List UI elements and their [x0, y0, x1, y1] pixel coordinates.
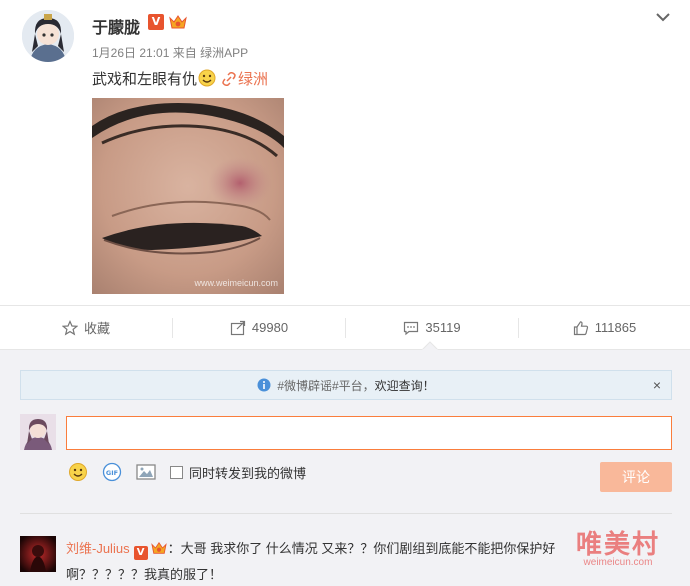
thumb-up-icon: [573, 320, 588, 335]
comment-text-continued: 啊？？？？？我真的服了！: [66, 567, 223, 582]
favorite-label: 收藏: [83, 321, 110, 336]
composer-toolbar: GIF 同时转发到我的微博: [66, 460, 306, 484]
commenter-avatar[interactable]: [20, 536, 56, 572]
info-icon: [257, 378, 271, 392]
author-name[interactable]: 于朦胧: [92, 14, 140, 38]
like-count: 111865: [594, 320, 637, 335]
weibo-post: 于朦胧 V 1月26日 21:01 来自 绿洲APP 武戏和左眼有仇 绿洲 ww…: [0, 0, 690, 305]
watermark-logo: 唯美村: [575, 530, 660, 560]
notice-highlight[interactable]: 欢迎查询！: [375, 377, 435, 394]
svg-text:GIF: GIF: [106, 469, 118, 477]
verified-badge-icon: V: [133, 546, 148, 560]
repost-checkbox-label: 同时转发到我的微博: [189, 465, 307, 481]
image-icon[interactable]: [134, 460, 158, 484]
vip-crown-icon: [168, 14, 188, 30]
share-icon: [230, 320, 246, 335]
post-body: 武戏和左眼有仇: [92, 71, 198, 88]
vip-crown-icon: [150, 541, 168, 555]
star-icon: [61, 319, 78, 335]
site-watermark: 唯美村 weimeicun.com: [568, 524, 668, 568]
commenter-name[interactable]: 刘维-Julius: [66, 541, 130, 556]
like-button[interactable]: 111865: [519, 306, 690, 349]
repost-count: 49980: [251, 320, 289, 335]
smile-emoji-icon: [198, 69, 216, 87]
action-bar: 收藏 49980 35119 111865: [0, 306, 690, 349]
smile-icon[interactable]: [66, 460, 90, 484]
submit-comment-button[interactable]: 评论: [600, 462, 672, 492]
post-meta: 1月26日 21:01 来自 绿洲APP: [92, 44, 248, 61]
close-icon[interactable]: ×: [653, 377, 661, 393]
author-avatar[interactable]: [22, 10, 74, 62]
notice-text: #微博辟谣#平台，: [277, 378, 375, 393]
panel-caret: [422, 341, 438, 350]
comment-line: 刘维-Julius V ：大哥 我求你了 什么情况 又来？？你们剧组到底能不能把你保…: [66, 538, 555, 560]
link-icon: [222, 72, 236, 86]
favorite-button[interactable]: 收藏: [0, 306, 172, 349]
comment-count: 35119: [425, 320, 461, 335]
watermark-domain: weimeicun.com: [583, 557, 653, 568]
rumor-notice[interactable]: #微博辟谣#平台， 欢迎查询！ ×: [20, 370, 672, 400]
verified-badge-icon: V: [148, 14, 164, 30]
photo-watermark: www.weimeicun.com: [194, 278, 278, 288]
post-text: 武戏和左眼有仇 绿洲: [92, 68, 268, 89]
comment-icon: [404, 321, 419, 335]
location-label: 绿洲: [238, 71, 269, 88]
source-prefix: 来自: [172, 46, 197, 60]
repost-button[interactable]: 49980: [173, 306, 345, 349]
my-avatar[interactable]: [20, 414, 56, 450]
location-link[interactable]: 绿洲: [222, 71, 268, 88]
comment-text: ：大哥 我求你了 什么情况 又来？？你们剧组到底能不能把你保护好: [167, 541, 556, 556]
source-app[interactable]: 绿洲APP: [200, 46, 248, 60]
comment-input[interactable]: [66, 416, 672, 450]
chevron-down-icon[interactable]: [654, 8, 672, 26]
gif-icon[interactable]: GIF: [100, 460, 124, 484]
repost-checkbox[interactable]: [170, 465, 183, 479]
post-photo[interactable]: www.weimeicun.com: [92, 98, 284, 294]
post-date[interactable]: 1月26日 21:01: [92, 46, 169, 60]
divider: [20, 513, 672, 514]
